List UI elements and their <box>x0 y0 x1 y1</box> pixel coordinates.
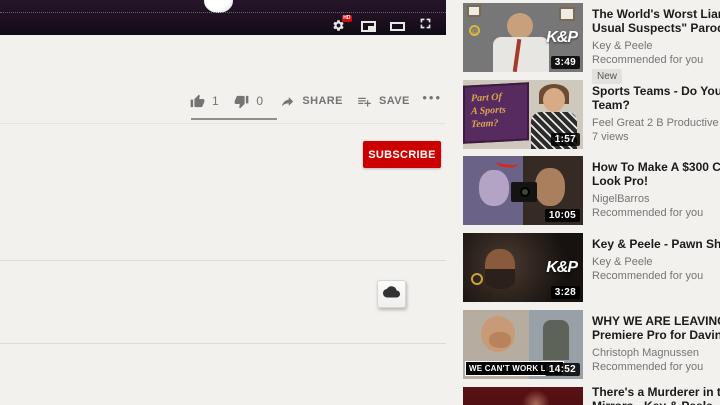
video-title-line2[interactable]: Team? <box>592 98 720 112</box>
channel-name[interactable]: Christoph Magnussen <box>592 347 720 359</box>
channel-name[interactable]: Feel Great 2 B Productive <box>592 117 720 129</box>
share-button[interactable]: SHARE <box>280 94 343 109</box>
duration-badge: 10:05 <box>544 209 580 222</box>
related-video-item[interactable]: K&P 3:28 Key & Peele - Pawn Shop Key & P… <box>461 233 720 310</box>
video-title-line1[interactable]: Key & Peele - Pawn Shop <box>592 237 720 251</box>
video-title-line2[interactable]: Look Pro! <box>592 174 720 188</box>
like-ratio-bar <box>191 118 277 120</box>
hd-quality-badge: HD <box>341 15 352 22</box>
channel-name[interactable]: NigelBarros <box>592 193 720 205</box>
view-count: 7 views <box>592 131 629 143</box>
video-thumbnail[interactable]: 10:05 <box>463 156 583 225</box>
copyright-mark: © <box>469 25 480 36</box>
video-title-line1[interactable]: How To Make A $300 Camera <box>592 160 720 174</box>
more-actions-button[interactable]: ••• <box>422 91 442 104</box>
like-count: 1 <box>212 94 219 108</box>
cloud-icon <box>383 285 400 303</box>
video-title-line1[interactable]: The World's Worst Liar ("The <box>592 7 720 21</box>
video-thumbnail[interactable]: WE CAN'T WORK LIKE 14:52 <box>463 310 583 379</box>
duration-badge: 3:28 <box>550 286 580 299</box>
playlist-add-icon <box>357 94 372 109</box>
thumbs-down-icon <box>234 94 249 109</box>
section-divider-bottom <box>0 343 446 344</box>
video-thumbnail[interactable]: K&P 3:28 <box>463 233 583 302</box>
subscribe-button[interactable]: SUBSCRIBE <box>363 141 441 168</box>
duration-badge: 1:57 <box>550 133 580 146</box>
video-title-line2[interactable]: Usual Suspects" Parody) - <box>592 21 720 35</box>
video-thumbnail[interactable]: Part Of A Sports Team? 1:57 <box>463 80 583 149</box>
video-thumbnail[interactable]: © K&P 3:49 <box>463 3 583 72</box>
channel-name[interactable]: Key & Peele <box>592 256 720 268</box>
recommendation-text: Recommended for you <box>592 54 704 66</box>
fullscreen-icon[interactable] <box>419 17 432 35</box>
video-action-toolbar: 1 0 SHARE SAVE ••• <box>190 91 442 111</box>
theater-mode-icon[interactable] <box>390 21 405 31</box>
dislike-button[interactable]: 0 <box>234 94 263 109</box>
save-button[interactable]: SAVE <box>357 94 410 109</box>
cloud-upload-button[interactable] <box>377 280 406 308</box>
recommendation-text: Recommended for you <box>592 207 704 219</box>
player-progress-bar[interactable] <box>0 12 446 13</box>
recommendation-text: Recommended for you <box>592 361 704 373</box>
like-button[interactable]: 1 <box>190 94 219 109</box>
duration-badge: 14:52 <box>544 363 580 376</box>
share-label: SHARE <box>302 95 343 107</box>
share-arrow-icon <box>280 94 295 109</box>
section-divider-middle <box>0 260 446 261</box>
player-controls: HD <box>332 15 432 35</box>
channel-name[interactable]: Key & Peele <box>592 40 720 52</box>
section-divider-top <box>0 123 446 124</box>
video-player[interactable]: HD <box>0 0 446 35</box>
kp-logo-text: K&P <box>546 259 578 276</box>
recommendation-text: Recommended for you <box>592 270 704 282</box>
video-title-line1[interactable]: Sports Teams - Do You Work <box>592 84 720 98</box>
related-video-item[interactable]: There's a Murderer in the Hall Mirrors -… <box>461 385 720 405</box>
video-title-line2[interactable]: Mirrors - Key & Peele <box>592 399 720 405</box>
thumbs-up-icon <box>190 94 205 109</box>
red-arrow-graphic <box>496 156 520 171</box>
dislike-count: 0 <box>256 94 264 108</box>
video-title-line2[interactable]: Premiere Pro for Davinci... <box>592 328 720 342</box>
settings-gear-icon[interactable]: HD <box>332 15 352 33</box>
video-title-line1[interactable]: WHY WE ARE LEAVING <box>592 314 720 328</box>
related-video-item[interactable]: Part Of A Sports Team? 1:57 Sports Teams… <box>461 80 720 157</box>
related-video-item[interactable]: WE CAN'T WORK LIKE 14:52 WHY WE ARE LEAV… <box>461 310 720 387</box>
save-label: SAVE <box>379 95 410 107</box>
video-title-line1[interactable]: There's a Murderer in the Hall <box>592 385 720 399</box>
related-video-item[interactable]: 10:05 How To Make A $300 Camera Look Pro… <box>461 156 720 233</box>
duration-badge: 3:49 <box>550 56 580 69</box>
related-video-item[interactable]: © K&P 3:49 The World's Worst Liar ("The … <box>461 3 720 84</box>
kp-logo-text: K&P <box>546 29 578 46</box>
miniplayer-icon[interactable] <box>361 20 376 32</box>
video-thumbnail[interactable] <box>463 387 583 405</box>
thumbnail-plaque: Part Of A Sports Team? <box>463 82 529 144</box>
